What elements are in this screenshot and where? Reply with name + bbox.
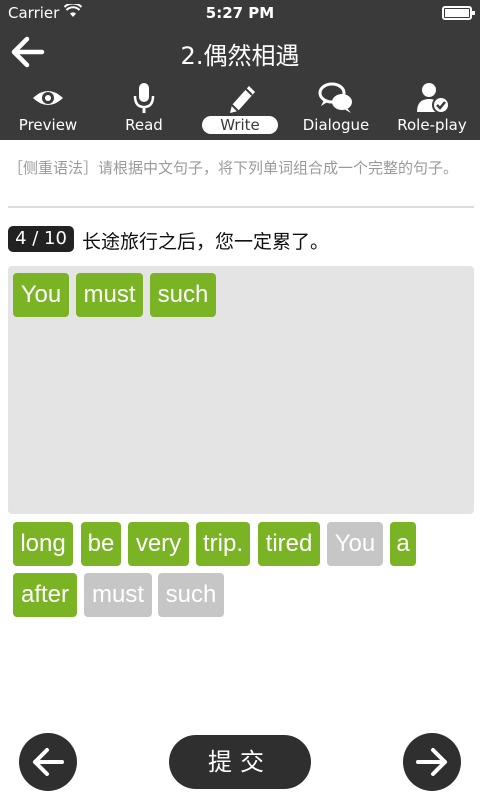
mode-tabs: Preview Read Write Dialogue Role-play <box>0 78 480 140</box>
arrow-right-icon <box>416 748 447 776</box>
word-bank-chip[interactable]: a <box>390 522 416 566</box>
word-bank-chip[interactable]: must <box>84 573 152 617</box>
tab-label: Preview <box>18 116 78 134</box>
word-bank-chip[interactable]: after <box>13 573 77 617</box>
status-time: 5:27 PM <box>205 4 275 22</box>
tab-label: Role-play <box>397 116 467 134</box>
tab-preview[interactable]: Preview <box>0 78 96 140</box>
tab-label: Write <box>202 116 278 134</box>
microphone-icon <box>133 83 155 113</box>
divider <box>8 206 474 208</box>
word-bank-chip[interactable]: You <box>327 522 383 566</box>
previous-button[interactable] <box>19 733 77 791</box>
tab-role-play[interactable]: Role-play <box>384 78 480 140</box>
next-button[interactable] <box>403 733 461 791</box>
user-check-icon <box>417 83 450 114</box>
word-bank-chip[interactable]: be <box>81 522 121 566</box>
instruction-text: ［侧重语法］请根据中文句子，将下列单词组合成一个完整的句子。 <box>8 159 459 177</box>
tab-dialogue[interactable]: Dialogue <box>288 78 384 140</box>
word-bank-chip[interactable]: very <box>128 522 189 566</box>
answer-word-chip[interactable]: must <box>76 273 143 317</box>
word-bank-chip[interactable]: tired <box>258 522 320 566</box>
eye-icon <box>33 91 63 105</box>
tab-write[interactable]: Write <box>192 78 288 140</box>
arrow-left-icon <box>33 748 64 776</box>
word-bank-chip[interactable]: such <box>158 573 224 617</box>
tab-label: Dialogue <box>302 116 370 134</box>
answer-word-chip[interactable]: such <box>150 273 216 317</box>
battery-icon <box>442 6 475 20</box>
answer-word-chip[interactable]: You <box>13 273 69 317</box>
tab-read[interactable]: Read <box>96 78 192 140</box>
page-title: 2.偶然相遇 <box>180 42 300 70</box>
pencil-icon <box>230 86 255 113</box>
status-bar: Carrier 5:27 PM <box>0 0 480 26</box>
tab-label: Read <box>125 116 163 134</box>
submit-button[interactable]: 提交 <box>169 735 311 789</box>
question-progress-badge: 4 / 10 <box>8 226 74 252</box>
title-bar: 2.偶然相遇 <box>0 26 480 78</box>
speech-bubbles-icon <box>318 82 352 113</box>
chinese-sentence: 长途旅行之后，您一定累了。 <box>82 231 330 253</box>
word-bank-chip[interactable]: trip. <box>196 522 250 566</box>
word-bank-chip[interactable]: long <box>13 522 73 566</box>
